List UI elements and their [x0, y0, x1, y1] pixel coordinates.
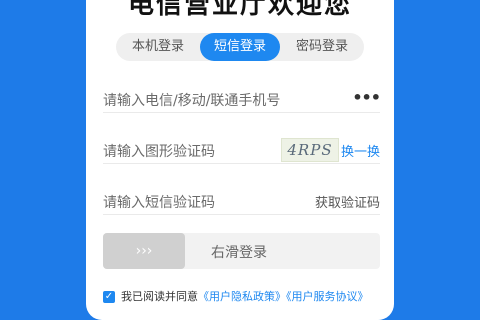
- slider-handle[interactable]: ›››: [103, 233, 185, 269]
- get-code-button[interactable]: 获取验证码: [315, 192, 380, 211]
- slider-text: 右滑登录: [211, 245, 267, 261]
- agreement-text: 我已阅读并同意: [121, 290, 198, 303]
- tab-local-login[interactable]: 本机登录: [120, 33, 196, 61]
- agreement-checkbox[interactable]: ✓: [103, 291, 115, 303]
- page-title: 电信营业厅欢迎您: [127, 0, 352, 20]
- sms-code-placeholder: 请输入短信验证码: [103, 195, 215, 211]
- more-icon[interactable]: •••: [352, 88, 381, 107]
- tab-sms-login[interactable]: 短信登录: [200, 33, 280, 61]
- service-agreement-link[interactable]: 《用户服务协议》: [286, 290, 369, 303]
- captcha-field[interactable]: 请输入图形验证码 4RPS 换一换: [103, 137, 380, 164]
- captcha-image[interactable]: 4RPS: [281, 138, 339, 162]
- captcha-placeholder: 请输入图形验证码: [103, 144, 215, 160]
- login-tabs: 本机登录 短信登录 密码登录: [116, 33, 364, 61]
- phone-field[interactable]: 请输入电信/移动/联通手机号 •••: [103, 86, 381, 113]
- privacy-policy-link[interactable]: 《用户隐私政策》: [198, 290, 286, 303]
- phone-placeholder: 请输入电信/移动/联通手机号: [103, 93, 281, 109]
- tab-password-login[interactable]: 密码登录: [284, 33, 360, 61]
- agreement-row: ✓ 我已阅读并同意《用户隐私政策》《用户服务协议》: [103, 288, 369, 304]
- refresh-captcha-link[interactable]: 换一换: [341, 141, 380, 160]
- slide-to-login[interactable]: ››› 右滑登录: [103, 233, 380, 269]
- sms-code-field[interactable]: 请输入短信验证码 获取验证码: [103, 188, 380, 215]
